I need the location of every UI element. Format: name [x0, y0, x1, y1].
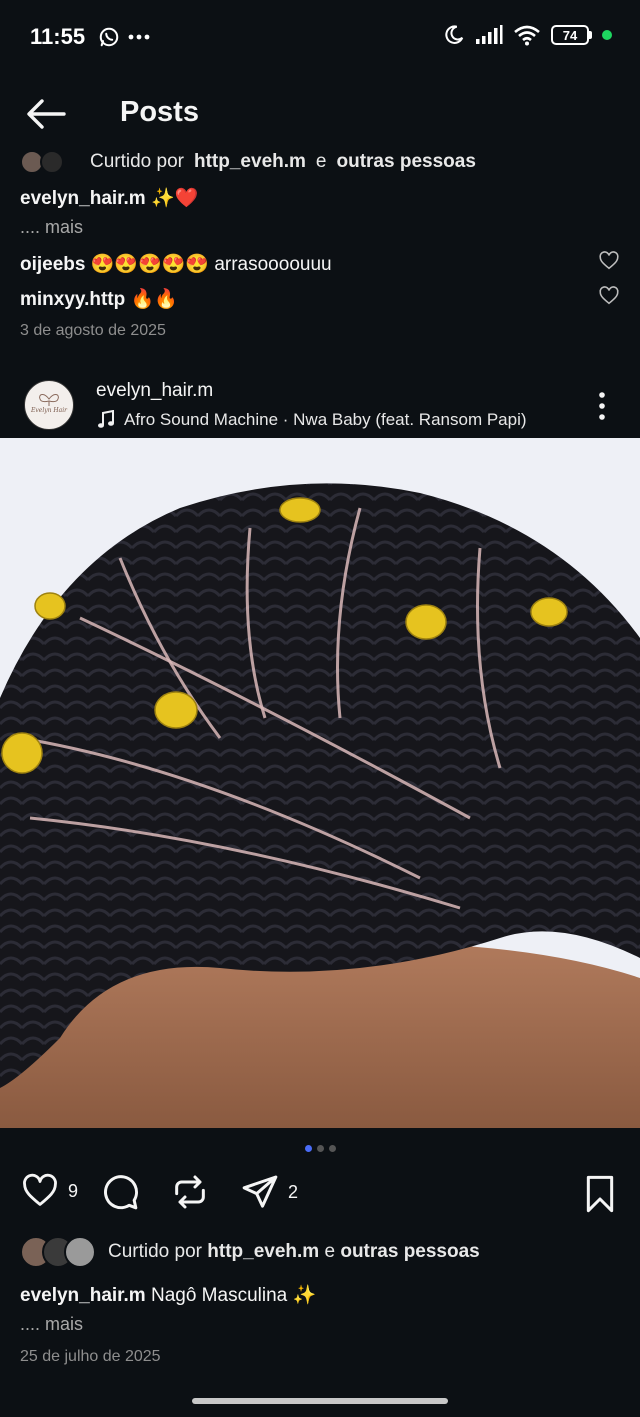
- post-author-avatar[interactable]: Evelyn Hair: [24, 380, 74, 430]
- avatar: [64, 1236, 96, 1268]
- comment-text: 🔥🔥: [130, 289, 178, 310]
- liked-by-prefix: Curtido por: [90, 151, 184, 172]
- liked-by-conj: e: [315, 151, 327, 172]
- post-music[interactable]: Afro Sound Machine · Nwa Baby (feat. Ran…: [96, 410, 527, 430]
- privacy-indicator-dot: [602, 30, 612, 40]
- caption-more-link[interactable]: .... mais: [20, 1314, 83, 1335]
- post-header: Evelyn Hair evelyn_hair.m Afro Sound Mac…: [0, 372, 640, 438]
- moon-icon: [445, 25, 464, 44]
- bookmark-icon[interactable]: [582, 1174, 618, 1214]
- signal-icon: [476, 25, 503, 44]
- avatar: [40, 150, 64, 172]
- home-indicator[interactable]: [192, 1398, 448, 1404]
- avatar-logo-text: Evelyn Hair: [30, 407, 68, 414]
- comment-username[interactable]: oijeebs: [20, 254, 85, 275]
- like-action[interactable]: 9: [20, 1172, 78, 1210]
- comment-icon[interactable]: [100, 1172, 140, 1212]
- share-count: 2: [288, 1181, 299, 1202]
- app-header: Posts: [0, 80, 640, 148]
- braided-hair-photo: [0, 438, 640, 1128]
- whatsapp-icon: [99, 27, 119, 47]
- more-options-icon[interactable]: [592, 390, 612, 422]
- post-actions: 9 2: [0, 1172, 640, 1222]
- status-bar: 11:55 74: [0, 0, 640, 76]
- caption-text: Nagô Masculina ✨: [150, 1285, 317, 1306]
- carousel-dot-active: [304, 1145, 312, 1152]
- comment-item: minxyy.http 🔥🔥: [20, 285, 620, 311]
- more-dots-icon: [128, 34, 150, 40]
- music-note-icon: [98, 410, 114, 428]
- music-title: Afro Sound Machine · Nwa Baby (feat. Ran…: [124, 410, 527, 429]
- liked-by-user[interactable]: http_eveh.m: [194, 151, 306, 172]
- comment-text: 😍😍😍😍😍 arrasoooouuu: [90, 254, 332, 275]
- liked-by-prefix: Curtido por: [108, 1241, 202, 1262]
- caption-username[interactable]: evelyn_hair.m: [20, 1285, 146, 1306]
- caption-username[interactable]: evelyn_hair.m: [20, 188, 146, 209]
- carousel-dot: [316, 1145, 324, 1152]
- liked-by-user[interactable]: http_eveh.m: [207, 1241, 319, 1263]
- repost-icon[interactable]: [170, 1172, 210, 1212]
- repost-action[interactable]: [170, 1172, 210, 1212]
- post-liked-by[interactable]: Curtido por http_eveh.m e outras pessoas: [20, 1236, 480, 1268]
- comment-item: oijeebs 😍😍😍😍😍 arrasoooouuu: [20, 250, 620, 276]
- back-arrow-icon[interactable]: [24, 96, 68, 132]
- post-image[interactable]: [0, 438, 640, 1128]
- caption-text: ✨❤️: [150, 188, 199, 209]
- previous-post-date: 3 de agosto de 2025: [20, 322, 166, 339]
- comment-like-heart-icon[interactable]: [598, 250, 620, 272]
- like-count[interactable]: 9: [68, 1181, 78, 1202]
- comment-like-heart-icon[interactable]: [598, 285, 620, 307]
- post-username[interactable]: evelyn_hair.m: [96, 380, 213, 402]
- carousel-dot: [328, 1145, 336, 1152]
- liked-by-others[interactable]: outras pessoas: [340, 1241, 479, 1263]
- previous-post-caption: evelyn_hair.m ✨❤️: [20, 186, 198, 210]
- butterfly-logo-icon: Evelyn Hair: [30, 394, 68, 414]
- battery-icon: 74: [551, 25, 592, 45]
- page-title: Posts: [120, 96, 199, 128]
- share-action[interactable]: 2: [240, 1172, 298, 1212]
- liked-by-conj: e: [324, 1241, 336, 1262]
- post-date: 25 de julho de 2025: [20, 1348, 161, 1365]
- carousel-indicator: [0, 1145, 640, 1152]
- post-caption: evelyn_hair.m Nagô Masculina ✨: [20, 1283, 316, 1307]
- liked-by-others[interactable]: outras pessoas: [337, 151, 476, 172]
- battery-level: 74: [551, 25, 589, 45]
- status-time: 11:55: [30, 24, 86, 49]
- share-paper-plane-icon[interactable]: [240, 1172, 280, 1212]
- heart-icon[interactable]: [20, 1172, 60, 1210]
- caption-more-link[interactable]: .... mais: [20, 217, 83, 238]
- comment-username[interactable]: minxyy.http: [20, 289, 125, 310]
- comment-action[interactable]: [100, 1172, 140, 1212]
- wifi-icon: [514, 25, 540, 46]
